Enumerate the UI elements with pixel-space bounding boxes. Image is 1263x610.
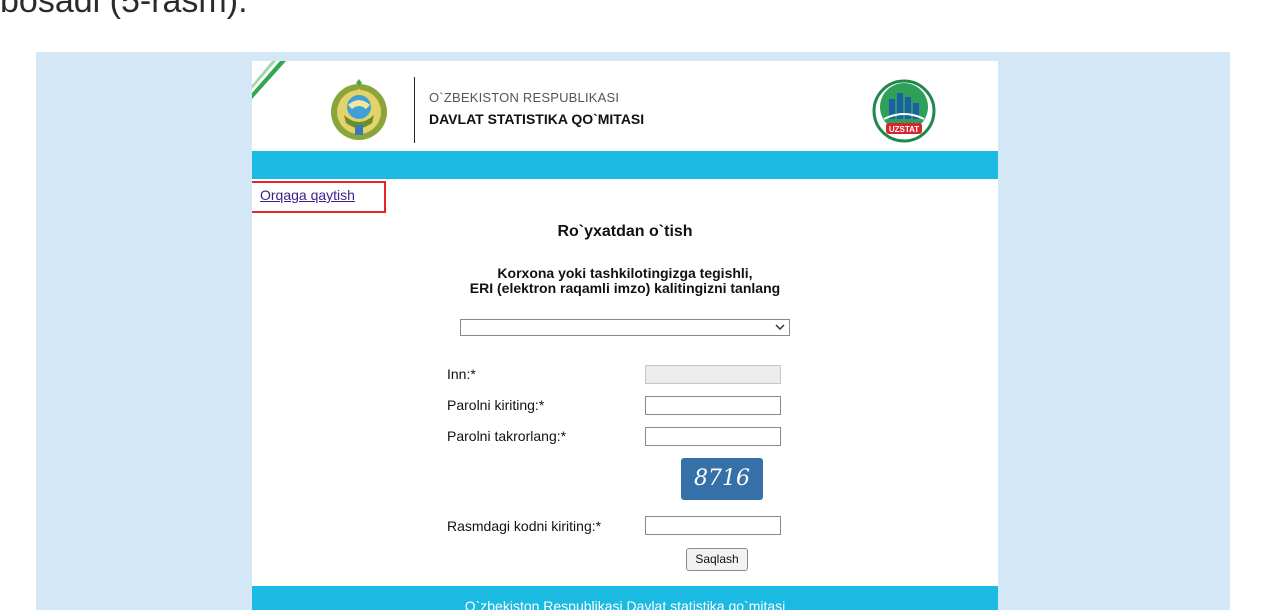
- state-emblem-icon: [331, 79, 387, 140]
- back-link[interactable]: Orqaga qaytish: [260, 187, 355, 203]
- uzstat-logo-icon: UZSTAT: [872, 79, 936, 143]
- header-separator: [414, 77, 415, 143]
- site-header: O`ZBEKISTON RESPUBLIKASI DAVLAT STATISTI…: [252, 61, 998, 151]
- footer-text: O`zbekiston Respublikasi Davlat statisti…: [464, 598, 786, 610]
- captcha-image: 8716: [681, 458, 763, 500]
- inn-field[interactable]: [645, 365, 781, 384]
- nav-bar: [252, 151, 998, 179]
- form-title: Ro`yxatdan o`tish: [557, 223, 693, 240]
- password-field[interactable]: [645, 396, 781, 415]
- captcha-field[interactable]: [645, 516, 781, 535]
- org-name-line2: DAVLAT STATISTIKA QO`MITASI: [429, 111, 645, 127]
- captcha-label: Rasmdagi kodni kiriting:*: [447, 518, 602, 534]
- password-repeat-field[interactable]: [645, 427, 781, 446]
- registration-page: O`ZBEKISTON RESPUBLIKASI DAVLAT STATISTI…: [252, 61, 998, 610]
- uzstat-logo-text: UZSTAT: [889, 125, 919, 134]
- password-repeat-label: Parolni takrorlang:*: [447, 428, 567, 444]
- password-label: Parolni kiriting:*: [447, 397, 545, 413]
- corner-stripe-decoration: [252, 61, 286, 99]
- org-name-line1: O`ZBEKISTON RESPUBLIKASI: [429, 90, 620, 105]
- instruction-line-1: Korxona yoki tashkilotingizga tegishli,: [497, 265, 753, 281]
- instruction-line-2: ERI (elektron raqamli imzo) kalitingizni…: [469, 280, 781, 296]
- document-caption: bosadi (5-rasm).: [0, 0, 248, 20]
- save-button[interactable]: Saqlash: [686, 548, 748, 571]
- inn-label: Inn:*: [447, 366, 476, 382]
- chevron-down-icon: [775, 324, 785, 331]
- form-instruction: Korxona yoki tashkilotingizga tegishli, …: [252, 266, 998, 296]
- eri-key-select[interactable]: [460, 319, 790, 336]
- site-footer: O`zbekiston Respublikasi Davlat statisti…: [252, 586, 998, 610]
- captcha-code: 8716: [694, 466, 750, 491]
